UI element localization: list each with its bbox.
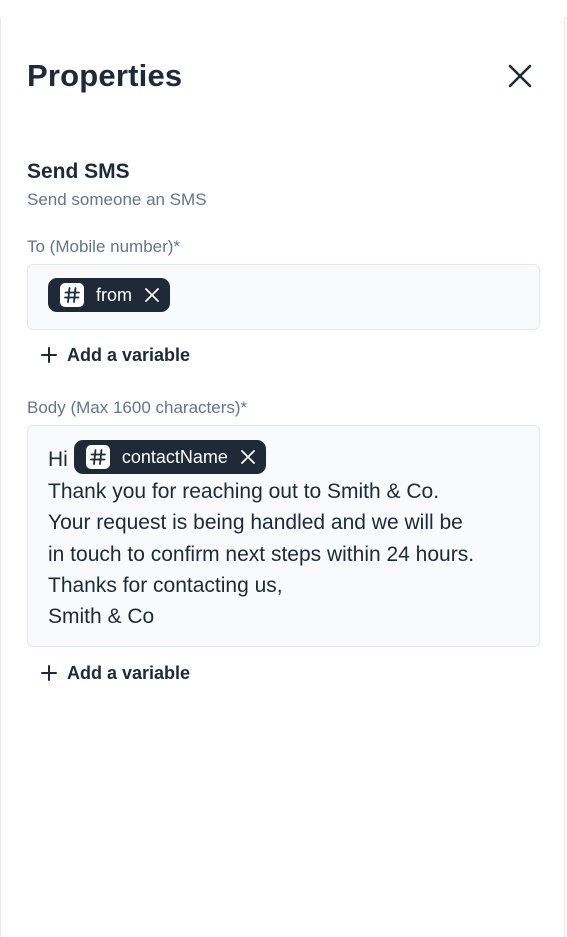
hash-icon [85, 445, 110, 469]
body-field-label: Body (Max 1600 characters)* [27, 398, 248, 417]
close-icon[interactable] [144, 287, 160, 303]
variable-chip-label: from [96, 285, 132, 305]
action-description: Send someone an SMS [27, 190, 207, 209]
close-button[interactable] [502, 58, 538, 94]
to-field[interactable]: from [27, 264, 540, 330]
variable-chip-label: contactName [121, 447, 228, 467]
variable-chip-from[interactable]: from [48, 278, 170, 312]
body-line: Thank you for reaching out to Smith & Co… [48, 480, 440, 503]
action-title: Send SMS [27, 160, 130, 183]
add-variable-label: Add a variable [67, 662, 191, 683]
add-variable-button[interactable]: Add a variable [41, 661, 190, 685]
close-icon[interactable] [240, 449, 256, 465]
body-prefix: Hi [48, 448, 68, 471]
variable-chip-contactname[interactable]: contactName [73, 440, 266, 474]
panel-title: Properties [27, 58, 183, 93]
hash-icon [60, 283, 84, 307]
add-variable-button[interactable]: Add a variable [41, 343, 190, 367]
body-field[interactable]: Hi contactName Thank you for reaching ou… [27, 425, 540, 647]
body-line: Thanks for contacting us, [48, 573, 283, 597]
body-first-line: Hi contactName [48, 440, 523, 474]
properties-panel: Properties Send SMS Send someone an SMS … [0, 18, 565, 937]
top-bar [0, 0, 567, 19]
body-line: Your request is being handled and we wil… [48, 511, 463, 535]
panel-header: Properties [27, 56, 538, 96]
body-line: Smith & Co [48, 605, 155, 629]
close-icon [508, 64, 532, 88]
to-field-label: To (Mobile number)* [27, 237, 181, 256]
add-variable-label: Add a variable [67, 344, 191, 365]
plus-icon [41, 347, 57, 363]
body-line: in touch to confirm next steps within 24… [48, 542, 475, 566]
plus-icon [41, 665, 57, 681]
body-text: Hi contactName Thank you for reaching ou… [48, 440, 523, 632]
